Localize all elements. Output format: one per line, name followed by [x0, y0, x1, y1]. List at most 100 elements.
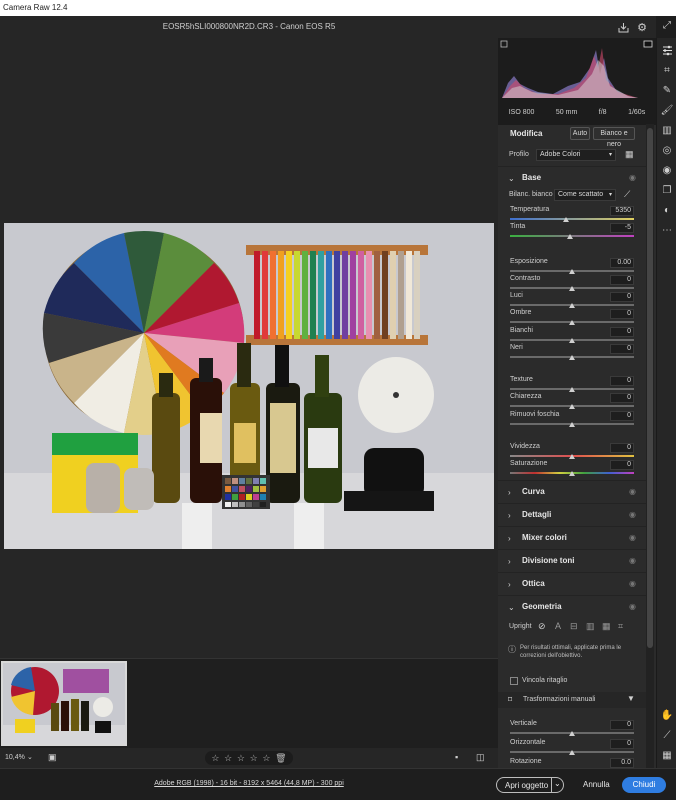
crop-icon[interactable]: ⌗: [660, 63, 674, 77]
section-base[interactable]: ⌄ Base ◉: [498, 166, 646, 188]
slider-handle[interactable]: [569, 404, 575, 409]
grid-icon[interactable]: ▦: [660, 748, 674, 762]
star-icon[interactable]: ☆: [224, 753, 232, 764]
slider-track[interactable]: [510, 218, 634, 220]
section-curva[interactable]: › Curva ◉: [498, 480, 646, 502]
upright-vertical-icon[interactable]: ▥: [586, 621, 595, 632]
slider-handle[interactable]: [569, 731, 575, 736]
slider-handle[interactable]: [569, 471, 575, 476]
slider-handle[interactable]: [569, 269, 575, 274]
graduated-filter-icon[interactable]: ▥: [660, 123, 674, 137]
section-dettagli[interactable]: › Dettagli ◉: [498, 503, 646, 525]
eye-icon[interactable]: ◉: [629, 579, 636, 588]
save-icon[interactable]: [617, 21, 629, 33]
image-canvas[interactable]: [0, 38, 498, 658]
filmstrip-thumbnail[interactable]: [1, 661, 127, 746]
view-options-icon[interactable]: ▣: [48, 752, 57, 763]
slider-value[interactable]: 0: [610, 376, 634, 386]
slider-value[interactable]: 0: [610, 411, 634, 421]
slider-handle[interactable]: [569, 286, 575, 291]
upright-level-icon[interactable]: ⊟: [570, 621, 578, 632]
star-icon[interactable]: ☆: [262, 753, 270, 764]
eye-icon[interactable]: ◉: [629, 173, 636, 182]
slider-handle[interactable]: [566, 234, 573, 239]
panel-scrollbar[interactable]: [646, 124, 654, 768]
single-view-icon[interactable]: ▪: [455, 752, 458, 762]
chevron-down-icon[interactable]: ⌄: [554, 779, 561, 788]
slider-handle[interactable]: [569, 422, 575, 427]
black-white-button[interactable]: Bianco e nero: [593, 127, 635, 148]
hand-icon[interactable]: ✋: [660, 708, 674, 722]
eye-icon[interactable]: ◉: [629, 602, 636, 611]
slider-handle[interactable]: [569, 355, 575, 360]
slider-value[interactable]: 0: [610, 460, 634, 470]
upright-off-icon[interactable]: ⊘: [538, 621, 546, 632]
slider-value[interactable]: 0: [610, 739, 634, 749]
profile-browser-icon[interactable]: ▦: [625, 149, 634, 160]
expand-icon[interactable]: ⤢: [660, 18, 674, 32]
slider-handle[interactable]: [569, 320, 575, 325]
slider-value[interactable]: 5350: [610, 206, 634, 216]
slider-value[interactable]: 0.0: [610, 758, 634, 768]
adjustment-brush-icon[interactable]: 🖌: [660, 103, 674, 117]
color-sampler-icon[interactable]: ⟋: [660, 728, 674, 742]
slider-value[interactable]: 0: [610, 327, 634, 337]
presets-icon[interactable]: ◐: [660, 203, 674, 217]
section-ottica[interactable]: › Ottica ◉: [498, 572, 646, 594]
radial-filter-icon[interactable]: ◎: [660, 143, 674, 157]
slider-value[interactable]: 0: [610, 393, 634, 403]
slider-value[interactable]: 0: [610, 275, 634, 285]
slider-value[interactable]: -5: [610, 223, 634, 233]
rating-stars[interactable]: ☆ ☆ ☆ ☆ ☆ 🗑: [205, 751, 293, 765]
scrollbar-thumb[interactable]: [647, 128, 653, 648]
cancel-button[interactable]: Annulla: [583, 780, 610, 789]
eye-icon[interactable]: ◉: [629, 510, 636, 519]
slider-handle[interactable]: [569, 454, 575, 459]
zoom-dropdown-icon[interactable]: ⌄: [27, 753, 33, 761]
gear-icon[interactable]: ⚙: [636, 21, 648, 34]
slider-value[interactable]: 0.00: [610, 258, 634, 268]
more-icon[interactable]: ⋯: [660, 223, 674, 237]
zoom-level[interactable]: 10,4%: [5, 754, 25, 761]
section-divisione-toni[interactable]: › Divisione toni ◉: [498, 549, 646, 571]
slider-handle[interactable]: [562, 217, 569, 222]
star-icon[interactable]: ☆: [250, 753, 258, 764]
star-icon[interactable]: ☆: [237, 753, 245, 764]
section-geometria[interactable]: ⌄ Geometria ◉: [498, 595, 646, 617]
chevron-right-icon: ›: [508, 557, 511, 566]
upright-full-icon[interactable]: ▦: [602, 621, 611, 632]
compare-view-icon[interactable]: ◫: [476, 752, 485, 763]
constrain-crop-checkbox[interactable]: [510, 677, 518, 685]
profile-select[interactable]: Adobe Colori ▾: [536, 149, 616, 161]
snapshots-icon[interactable]: ❐: [660, 183, 674, 197]
open-object-button[interactable]: Apri oggetto ⌄: [496, 777, 564, 793]
star-icon[interactable]: ☆: [211, 753, 219, 764]
upright-guided-icon[interactable]: ⌗: [618, 621, 623, 632]
healing-brush-icon[interactable]: ✎: [660, 83, 674, 97]
manual-transforms-row[interactable]: ⌑ Trasformazioni manuali ▼: [498, 692, 646, 708]
auto-button[interactable]: Auto: [570, 127, 590, 140]
eyedropper-icon[interactable]: ⟋: [624, 189, 630, 200]
red-eye-icon[interactable]: ◉: [660, 163, 674, 177]
slider-value[interactable]: 0: [610, 309, 634, 319]
trash-icon[interactable]: 🗑: [275, 753, 286, 764]
upright-auto-icon[interactable]: A: [555, 621, 561, 631]
edit-header: Modifica Auto Bianco e nero: [498, 124, 656, 148]
slider-value[interactable]: 0: [610, 292, 634, 302]
done-button[interactable]: Chiudi: [622, 777, 666, 793]
section-mixer-colori[interactable]: › Mixer colori ◉: [498, 526, 646, 548]
slider-handle[interactable]: [569, 303, 575, 308]
slider-value[interactable]: 0: [610, 443, 634, 453]
white-balance-select[interactable]: Come scattato ▾: [554, 189, 616, 201]
slider-handle[interactable]: [569, 338, 575, 343]
edit-sliders-icon[interactable]: [660, 43, 674, 57]
eye-icon[interactable]: ◉: [629, 487, 636, 496]
profile-value: Adobe Colori: [540, 151, 581, 158]
eye-icon[interactable]: ◉: [629, 556, 636, 565]
slider-value[interactable]: 0: [610, 344, 634, 354]
file-info-link[interactable]: Adobe RGB (1998) - 16 bit - 8192 x 5464 …: [0, 780, 498, 787]
slider-handle[interactable]: [569, 387, 575, 392]
slider-handle[interactable]: [569, 750, 575, 755]
slider-value[interactable]: 0: [610, 720, 634, 730]
eye-icon[interactable]: ◉: [629, 533, 636, 542]
